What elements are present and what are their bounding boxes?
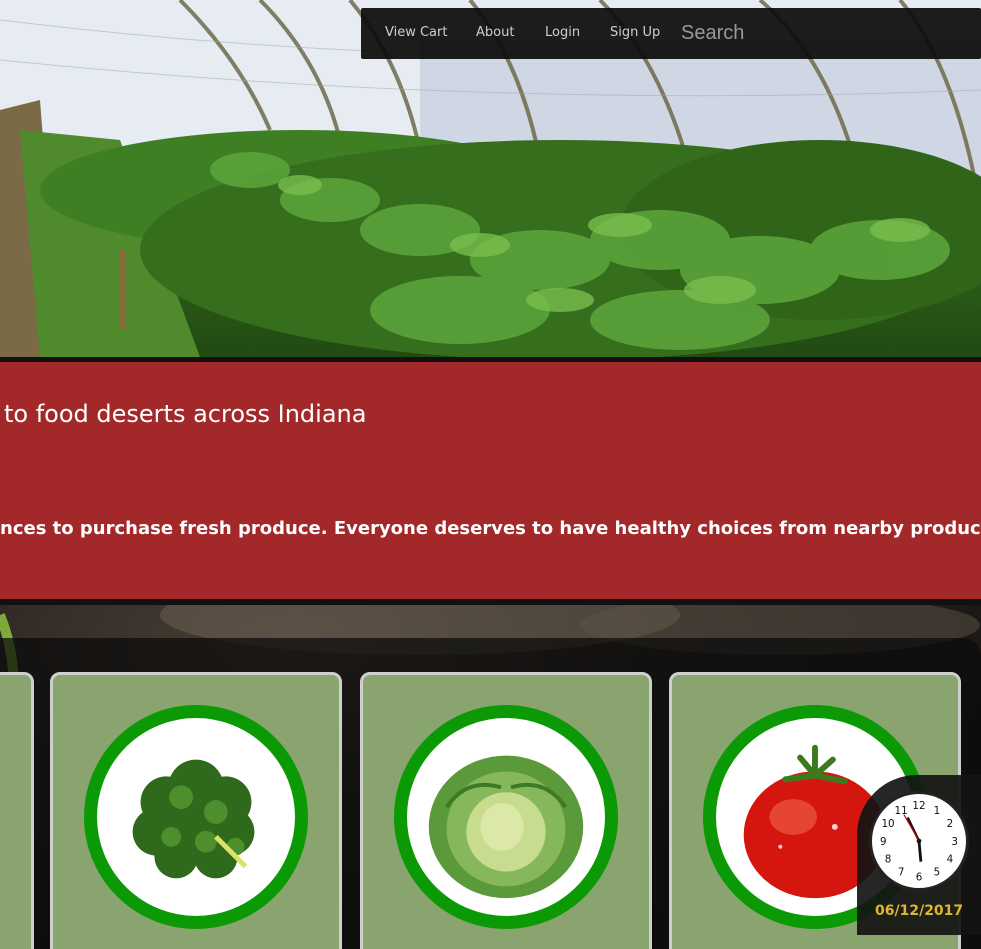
kale-image: [132, 759, 255, 879]
clock-numeral: 12: [912, 800, 925, 812]
mission-title: to food deserts across Indiana: [4, 400, 367, 428]
view-cart-link[interactable]: View Cart: [385, 25, 447, 40]
clock-widget: 12 1 2 3 4 5 6 7 8 9 10 11 06/12/2017: [857, 775, 981, 935]
mission-text: nces to purchase fresh produce. Everyone…: [0, 518, 981, 539]
product-image-ring: [84, 705, 308, 929]
login-link[interactable]: Login: [545, 25, 580, 40]
clock-numeral: 7: [898, 867, 905, 879]
hour-hand: [917, 840, 923, 862]
clock-numeral: 3: [951, 836, 958, 848]
about-link[interactable]: About: [476, 25, 514, 40]
clock-numeral: 1: [934, 805, 941, 817]
clock-numeral: 6: [916, 871, 923, 883]
clock-numeral: 10: [881, 818, 894, 830]
search-input[interactable]: [675, 16, 975, 50]
clock-numeral: 9: [880, 836, 887, 848]
cabbage-image: [428, 755, 584, 899]
second-hand: [903, 814, 920, 842]
clock-numeral: 11: [895, 805, 908, 817]
analog-clock: 12 1 2 3 4 5 6 7 8 9 10 11: [869, 791, 969, 891]
product-image-ring: [394, 705, 618, 929]
sign-up-link[interactable]: Sign Up: [610, 25, 660, 40]
product-card[interactable]: [0, 672, 34, 949]
clock-numeral: 5: [934, 867, 941, 879]
product-card-kale[interactable]: [50, 672, 342, 949]
top-navbar: View Cart About Login Sign Up: [361, 8, 981, 59]
mission-section: to food deserts across Indiana nces to p…: [0, 362, 981, 599]
clock-numeral: 8: [885, 854, 892, 866]
clock-date: 06/12/2017: [875, 903, 964, 919]
product-card-cabbage[interactable]: [360, 672, 652, 949]
clock-face-icon: 12 12 3 45678 9 1011: [880, 800, 958, 883]
clock-numeral: 4: [947, 854, 954, 866]
clock-numeral: 2: [947, 818, 954, 830]
